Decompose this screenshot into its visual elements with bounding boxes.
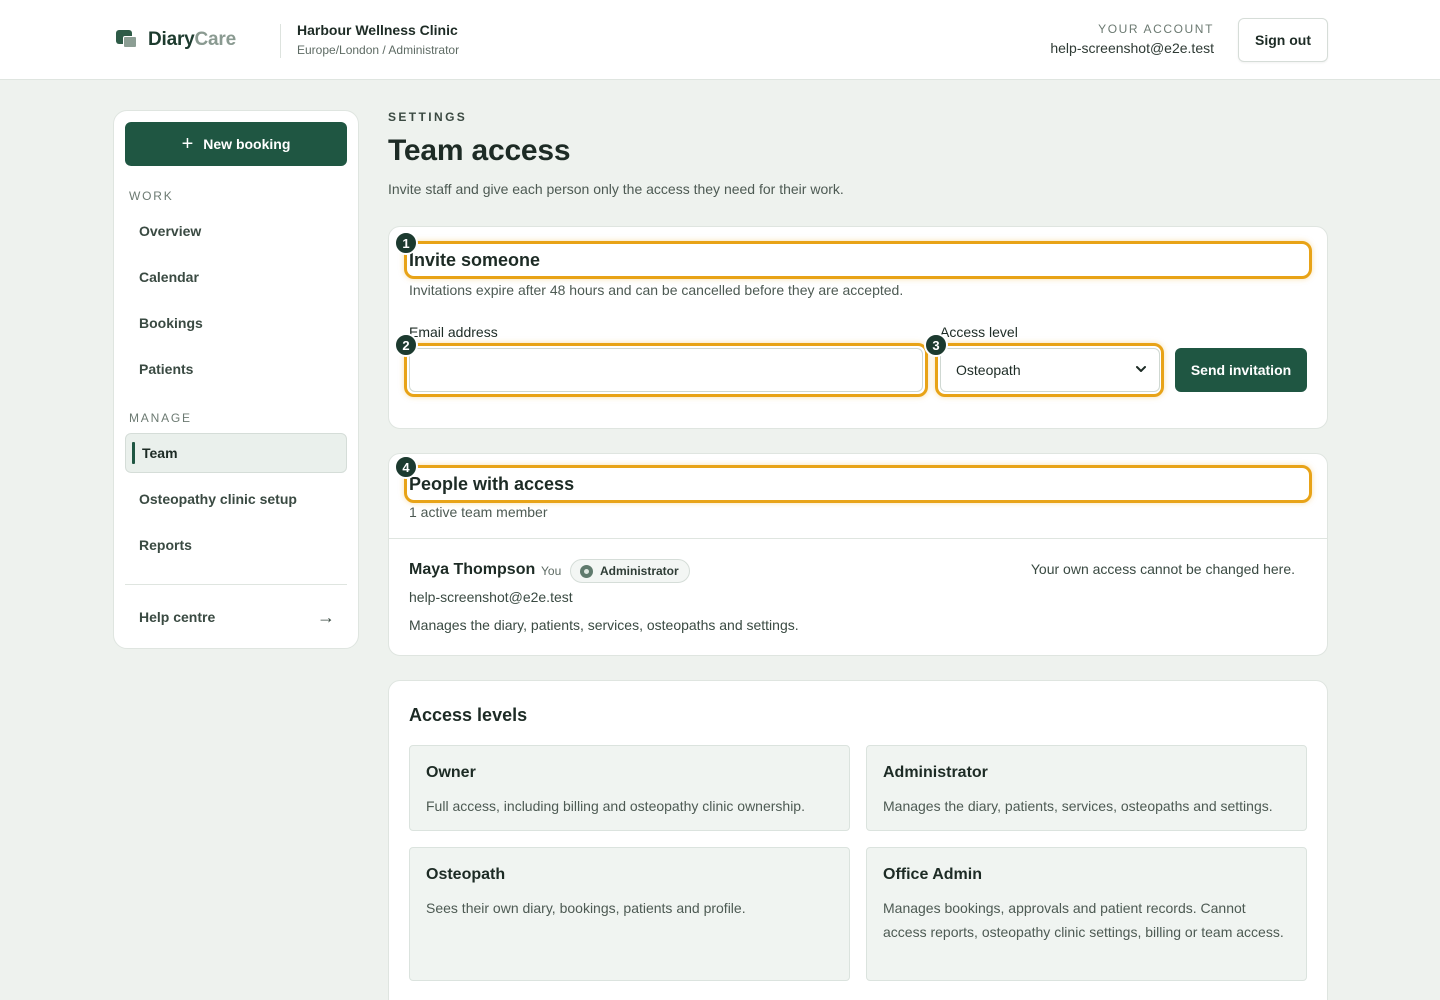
clinic-subtitle: Europe/London / Administrator — [297, 43, 460, 57]
level-name: Owner — [426, 764, 476, 781]
highlight-email-input — [404, 343, 928, 397]
role-badge-label: Administrator — [600, 564, 679, 578]
page-eyebrow: SETTINGS — [388, 110, 468, 124]
highlight-access-level — [935, 343, 1164, 397]
page-description: Invite staff and give each person only t… — [388, 181, 844, 197]
header-divider — [280, 24, 281, 58]
send-invitation-button[interactable]: Send invitation — [1175, 348, 1307, 392]
new-booking-label: New booking — [203, 136, 291, 152]
help-centre-link[interactable]: Help centre → — [125, 597, 347, 637]
people-title: People with access — [409, 474, 575, 494]
step-marker-4: 4 — [394, 455, 418, 479]
step-marker-1: 1 — [394, 231, 418, 255]
highlight-invite-title — [404, 241, 1312, 279]
people-count: 1 active team member — [409, 504, 548, 520]
email-label: Email address — [409, 324, 498, 340]
member-description: Manages the diary, patients, services, o… — [409, 617, 799, 633]
member-name: Maya Thompson — [409, 561, 536, 578]
people-divider — [389, 538, 1327, 539]
access-level-label: Access level — [940, 324, 1018, 340]
level-description: Full access, including billing and osteo… — [426, 798, 805, 814]
sidebar-item-team[interactable]: Team — [125, 433, 347, 473]
sidebar-item-patients[interactable]: Patients — [125, 349, 347, 389]
account-info: YOUR ACCOUNT help-screenshot@e2e.test — [1050, 22, 1214, 56]
step-marker-2: 2 — [394, 333, 418, 357]
plus-icon: + — [181, 133, 194, 155]
account-email: help-screenshot@e2e.test — [1050, 40, 1214, 56]
invite-title: Invite someone — [409, 250, 541, 270]
invite-subtitle: Invitations expire after 48 hours and ca… — [409, 282, 904, 298]
level-tile-administrator: Administrator Manages the diary, patient… — [866, 745, 1307, 831]
level-tile-osteopath: Osteopath Sees their own diary, bookings… — [409, 847, 850, 981]
level-description: Manages the diary, patients, services, o… — [883, 798, 1273, 814]
nav-section-manage: MANAGE — [129, 411, 192, 425]
level-tile-office-admin: Office Admin Manages bookings, approvals… — [866, 847, 1307, 981]
account-label: YOUR ACCOUNT — [1098, 22, 1214, 36]
sign-out-button[interactable]: Sign out — [1238, 18, 1328, 62]
you-tag: You — [541, 564, 562, 578]
sidebar-item-osteopathy-clinic-setup[interactable]: Osteopathy clinic setup — [125, 479, 347, 519]
clinic-info: Harbour Wellness Clinic Europe/London / … — [297, 22, 459, 57]
sidebar-item-calendar[interactable]: Calendar — [125, 257, 347, 297]
step-marker-3: 3 — [924, 333, 948, 357]
level-description: Sees their own diary, bookings, patients… — [426, 900, 746, 916]
sidebar-item-reports[interactable]: Reports — [125, 525, 347, 565]
member-email: help-screenshot@e2e.test — [409, 589, 573, 605]
role-dot-icon — [580, 564, 593, 578]
brand-name-part2: Care — [194, 29, 237, 50]
member-access-note: Your own access cannot be changed here. — [1030, 561, 1295, 577]
level-description: Manages bookings, approvals and patient … — [883, 900, 1284, 940]
access-levels-title: Access levels — [409, 705, 528, 725]
role-badge: Administrator — [570, 559, 690, 583]
brand-logo[interactable]: DiaryCare — [116, 28, 236, 52]
sidebar-item-overview[interactable]: Overview — [125, 211, 347, 251]
sidebar: + New booking WORK Overview Calendar Boo… — [113, 110, 359, 649]
sidebar-divider — [125, 584, 347, 585]
top-bar: DiaryCare Harbour Wellness Clinic Europe… — [0, 0, 1440, 80]
brand-name: DiaryCare — [148, 29, 236, 51]
arrow-right-icon: → — [317, 606, 335, 627]
level-name: Office Admin — [883, 866, 982, 883]
logo-icon — [116, 28, 140, 52]
level-name: Osteopath — [426, 866, 506, 883]
sidebar-item-bookings[interactable]: Bookings — [125, 303, 347, 343]
nav-section-work: WORK — [129, 189, 174, 203]
level-tile-owner: Owner Full access, including billing and… — [409, 745, 850, 831]
clinic-name: Harbour Wellness Clinic — [297, 22, 458, 38]
level-name: Administrator — [883, 764, 988, 781]
new-booking-button[interactable]: + New booking — [125, 122, 347, 166]
help-centre-label: Help centre — [139, 609, 216, 625]
brand-name-part1: Diary — [148, 29, 195, 50]
page-title: Team access — [388, 134, 571, 167]
